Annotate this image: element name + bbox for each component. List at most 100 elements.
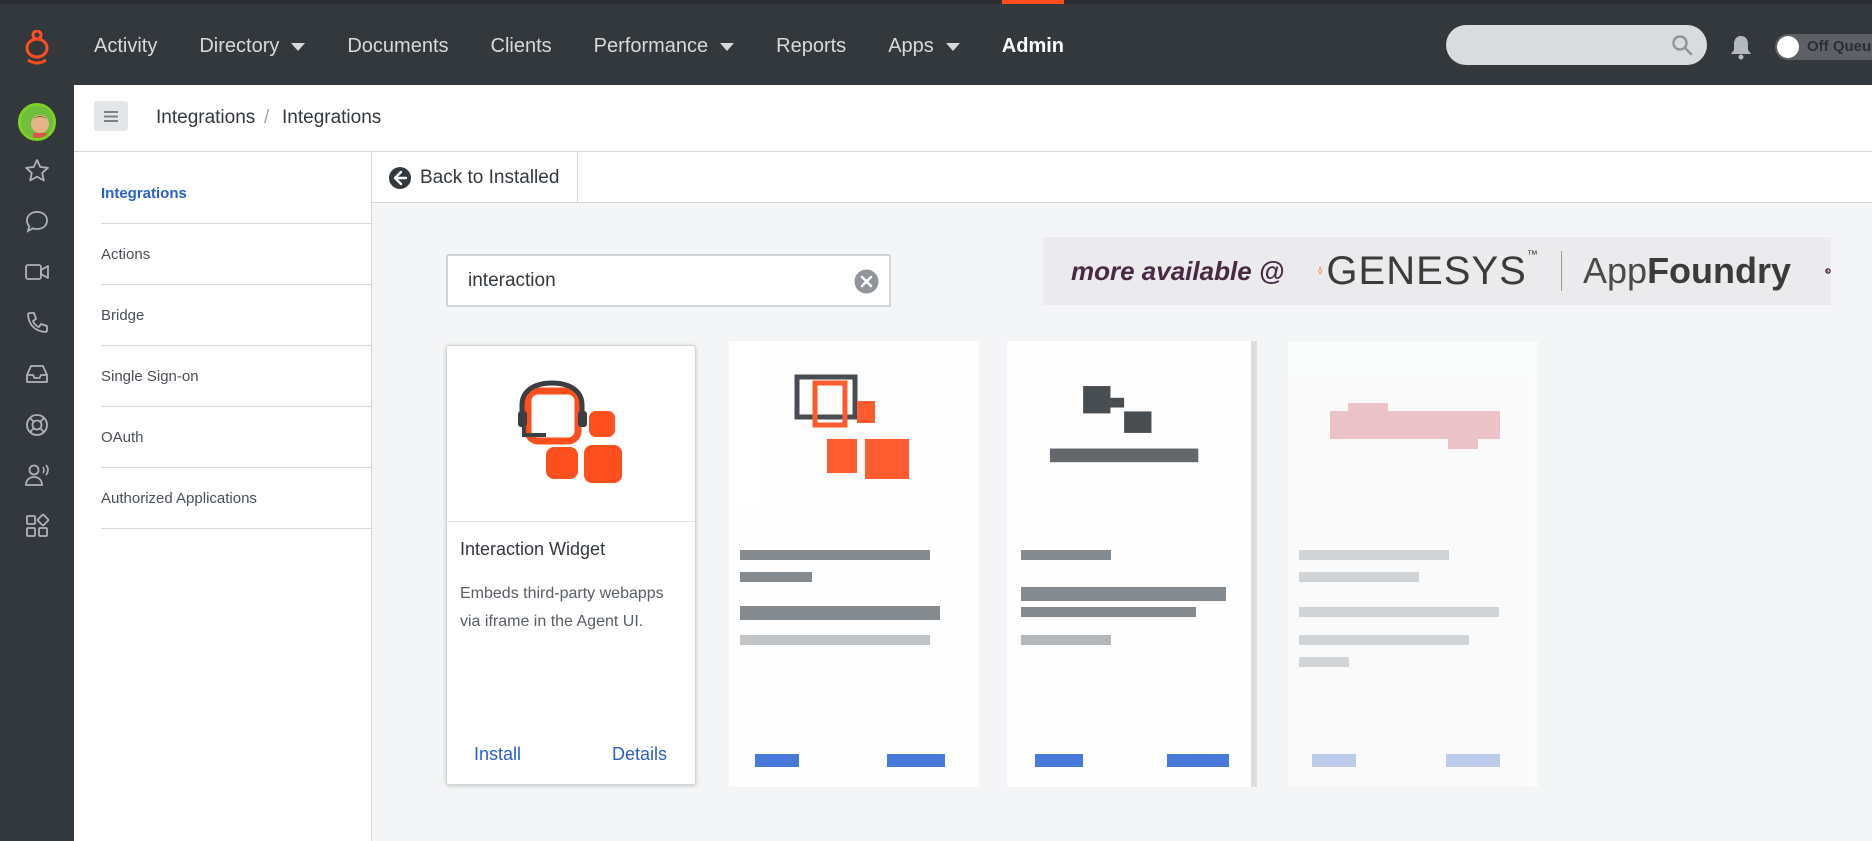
side-item-oauth[interactable]: OAuth [101, 407, 371, 468]
nav-activity-label: Activity [94, 35, 158, 57]
main-content: Back to Installed more available @ GENES… [371, 152, 1872, 841]
nav-admin[interactable]: Admin [1001, 0, 1065, 89]
nav-reports[interactable]: Reports [776, 4, 846, 89]
side-item-label: Authorized Applications [101, 489, 257, 507]
inbox-icon[interactable] [24, 361, 50, 387]
nav-reports-label: Reports [776, 35, 847, 57]
nav-documents-label: Documents [347, 35, 449, 57]
side-item-single-sign-on[interactable]: Single Sign-on [101, 346, 371, 407]
global-search [1446, 25, 1707, 65]
obscured-text [1299, 657, 1349, 667]
banner-app-suffix: Foundry [1647, 250, 1792, 291]
clear-icon[interactable] [854, 269, 879, 294]
pixelated-logo-icon [1330, 403, 1500, 449]
obscured-text [1021, 587, 1226, 601]
nav-directory[interactable]: Directory [199, 4, 306, 89]
side-item-bridge[interactable]: Bridge [101, 285, 371, 346]
obscured-action [755, 754, 799, 767]
chevron-down-icon [945, 42, 960, 51]
back-to-installed-button[interactable]: Back to Installed [372, 152, 579, 203]
toggle-knob [1777, 36, 1799, 58]
support-icon[interactable] [24, 412, 50, 438]
banner-brand-text: GENESYS [1326, 248, 1527, 293]
card-media [447, 346, 695, 522]
notification-bell-icon[interactable] [1730, 34, 1752, 60]
nav-activity[interactable]: Activity [94, 4, 157, 89]
obscured-text [1299, 572, 1419, 582]
integrations-side-menu: Integrations Actions Bridge Single Sign-… [101, 163, 371, 529]
presence-label: Off Queue [1807, 38, 1872, 55]
nav-apps-label: Apps [888, 35, 934, 57]
back-to-installed-label: Back to Installed [420, 166, 560, 188]
nav-admin-label: Admin [1001, 35, 1064, 57]
obscured-text [740, 606, 940, 620]
side-item-label: Single Sign-on [101, 367, 199, 385]
details-button[interactable]: Details [612, 744, 667, 765]
nav-clients[interactable]: Clients [491, 4, 552, 89]
breadcrumb: Integrations / Integrations [74, 85, 1872, 152]
obscured-text [1021, 635, 1111, 645]
hamburger-icon [104, 110, 118, 122]
video-icon[interactable] [24, 259, 50, 285]
main-nav: Activity Directory Documents Clients Per… [74, 0, 1065, 89]
nav-clients-label: Clients [490, 35, 552, 57]
appfoundry-banner[interactable]: more available @ GENESYS™ AppFoundry [1043, 237, 1831, 305]
obscured-text [1299, 635, 1469, 645]
apps-icon[interactable] [24, 513, 50, 539]
chevron-down-icon [720, 42, 735, 51]
integration-card-obscured[interactable] [729, 341, 979, 787]
integration-card: Interaction Widget Embeds third-party we… [446, 345, 696, 785]
obscured-action [1035, 754, 1083, 767]
side-item-label: OAuth [101, 428, 144, 446]
left-rail [0, 85, 74, 841]
obscured-action [887, 754, 945, 767]
side-item-label: Actions [101, 245, 151, 263]
card-title: Interaction Widget [460, 539, 606, 559]
nav-performance[interactable]: Performance [594, 4, 735, 89]
side-item-actions[interactable]: Actions [101, 224, 371, 285]
top-navigation-bar: Activity Directory Documents Clients Per… [0, 0, 1872, 85]
integration-card-obscured[interactable] [1007, 341, 1257, 787]
avatar[interactable] [18, 103, 56, 141]
obscured-action [1312, 754, 1356, 767]
side-item-authorized-applications[interactable]: Authorized Applications [101, 468, 371, 529]
obscured-text [740, 635, 930, 645]
nav-apps[interactable]: Apps [888, 4, 960, 89]
avatar-image-icon [21, 106, 53, 138]
obscured-text [1021, 607, 1196, 617]
interaction-widget-icon [518, 379, 622, 483]
search-icon[interactable] [1671, 34, 1693, 56]
install-button[interactable]: Install [474, 744, 521, 765]
arrow-left-circle-icon [389, 166, 411, 189]
obscured-text [740, 572, 812, 582]
star-icon[interactable] [24, 158, 50, 184]
user-voice-icon[interactable] [24, 462, 50, 488]
trademark-mark: ™ [1526, 248, 1539, 261]
obscured-text [1299, 607, 1499, 617]
sidebar-toggle-button[interactable] [94, 101, 128, 131]
banner-appfoundry: AppFoundry [1583, 250, 1791, 292]
nav-documents[interactable]: Documents [347, 4, 448, 89]
genesys-logo-icon [1318, 267, 1322, 275]
global-search-input[interactable] [1446, 25, 1676, 65]
side-item-label: Bridge [101, 306, 145, 324]
breadcrumb-integrations-link[interactable]: Integrations [156, 107, 255, 129]
chat-icon[interactable] [24, 209, 50, 235]
side-item-label: Integrations [101, 184, 187, 202]
nav-performance-label: Performance [593, 35, 709, 57]
integration-search-input[interactable] [448, 256, 848, 305]
presence-toggle[interactable]: Off Queue [1775, 34, 1872, 60]
banner-more-available: more available @ [1071, 255, 1285, 286]
arrow-right-circle-icon [1825, 268, 1831, 274]
breadcrumb-separator: / [264, 107, 270, 128]
obscured-text [1299, 550, 1449, 560]
obscured-text [740, 550, 930, 560]
pixelated-logo-icon [1049, 386, 1199, 463]
banner-app-prefix: App [1583, 250, 1648, 291]
obscured-text [1021, 550, 1111, 560]
integration-card-obscured[interactable] [1288, 341, 1538, 787]
side-item-integrations[interactable]: Integrations [101, 163, 371, 224]
genesys-logo-icon[interactable] [20, 30, 54, 66]
phone-icon[interactable] [24, 310, 50, 336]
pixelated-logo-icon [794, 374, 909, 479]
